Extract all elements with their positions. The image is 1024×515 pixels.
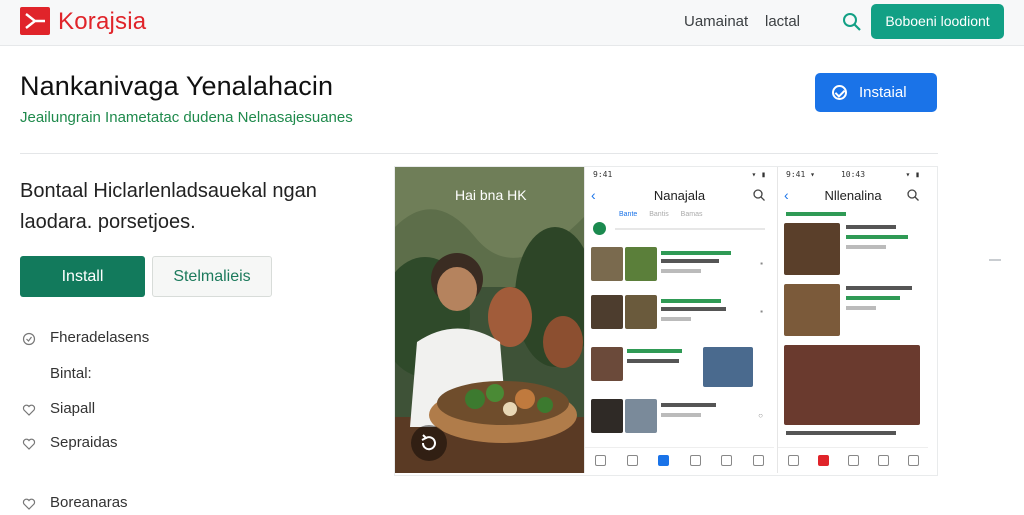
grid-icon[interactable] <box>626 455 638 466</box>
brand-name[interactable]: Korajsia <box>58 8 146 36</box>
bottom-nav <box>585 447 774 473</box>
home-icon[interactable] <box>595 455 607 466</box>
bottom-nav <box>778 447 928 473</box>
more-icon[interactable]: ○ <box>758 411 763 420</box>
status-bar: 9:41 ▾ 10:43 ▾ ▮ <box>786 170 920 180</box>
filter-bar <box>593 222 765 235</box>
phone-screen-2[interactable]: 9:41 ▾ 10:43 ▾ ▮ ‹ Nllenalina <box>777 167 928 473</box>
feature-label: Sepraidas <box>50 434 118 451</box>
thumbnail <box>625 295 657 329</box>
app-description: Bontaal Hiclarlenladsauekal ngan laodara… <box>20 180 317 233</box>
heart-icon <box>22 403 36 417</box>
thumbnail <box>703 347 753 387</box>
more-icon[interactable]: ▪ <box>760 307 763 316</box>
status-icons: ▾ ▮ <box>905 170 920 179</box>
tab[interactable]: Bamas <box>681 211 703 218</box>
profile-icon[interactable] <box>907 455 919 466</box>
phone-title: Nanajala <box>653 188 706 203</box>
search-icon[interactable] <box>752 188 766 202</box>
screenshot-gallery[interactable]: Hai bna HK 9:41 ▾ ▮ ‹ Nanajala Bante Ban… <box>394 166 938 476</box>
grid-icon[interactable] <box>847 455 859 466</box>
status-clock: 10:43 <box>840 170 866 179</box>
feature-label: Fheradelasens <box>50 329 150 346</box>
scrollbar-indicator[interactable] <box>989 259 1001 261</box>
chat-icon[interactable] <box>689 455 701 466</box>
tab[interactable]: Bantis <box>649 211 668 218</box>
header-cta-button[interactable]: Boboeni loodiont <box>871 4 1004 39</box>
thumbnail <box>591 347 623 381</box>
feature-label: Bintal: <box>50 365 92 382</box>
feature-label: Boreanaras <box>50 494 128 511</box>
divider <box>20 153 938 154</box>
feature-label: Siapall <box>50 400 96 417</box>
thumbnail <box>591 399 623 433</box>
nav-link-1[interactable]: Uamainat <box>684 13 748 30</box>
thumbnail <box>591 295 623 329</box>
thumbnail <box>625 399 657 433</box>
screenshot-photo[interactable]: Hai bna HK <box>395 167 584 473</box>
top-bar: Korajsia Uamainat lactal Boboeni loodion… <box>0 0 1024 46</box>
photo-caption: Hai bna HK <box>455 187 527 203</box>
profile-icon[interactable] <box>752 455 764 466</box>
status-bar: 9:41 ▾ ▮ <box>593 170 766 180</box>
featured-image[interactable] <box>784 345 920 425</box>
check-circle-icon <box>22 332 36 346</box>
install-top-label: Instaial <box>859 84 907 101</box>
more-icon[interactable]: ▪ <box>760 259 763 268</box>
brand-logo-icon[interactable] <box>20 7 50 35</box>
check-circle-icon <box>832 85 847 100</box>
home-icon[interactable] <box>787 455 799 466</box>
install-top-button[interactable]: Instaial <box>815 73 937 112</box>
thumbnail <box>784 223 840 275</box>
thumbnail <box>625 247 657 281</box>
tab[interactable]: Bante <box>619 211 637 218</box>
thumbnail <box>784 284 840 336</box>
heart-icon <box>22 437 36 451</box>
phone-screen-1[interactable]: 9:41 ▾ ▮ ‹ Nanajala Bante Bantis Bamas ▪ <box>584 167 774 473</box>
secondary-button[interactable]: Stelmalieis <box>152 256 272 297</box>
bookmark-icon[interactable] <box>658 455 670 466</box>
app-subtitle[interactable]: Jeailungrain Inametatac dudena Nelnasaje… <box>20 109 353 126</box>
heart-icon <box>22 497 36 511</box>
nav-link-2[interactable]: lactal <box>765 13 800 30</box>
replay-icon[interactable] <box>411 425 447 461</box>
thumbnail <box>591 247 623 281</box>
list-icon[interactable] <box>721 455 733 466</box>
install-button[interactable]: Install <box>20 256 145 297</box>
search-icon[interactable] <box>877 455 889 466</box>
heart-icon[interactable] <box>817 455 829 466</box>
search-icon[interactable] <box>840 10 864 34</box>
app-title: Nankanivaga Yenalahacin <box>20 71 334 101</box>
phone-tabs: Bante Bantis Bamas <box>619 211 712 218</box>
search-icon[interactable] <box>906 188 920 202</box>
status-time: 9:41 <box>593 170 613 179</box>
status-icons: ▾ ▮ <box>751 170 766 179</box>
